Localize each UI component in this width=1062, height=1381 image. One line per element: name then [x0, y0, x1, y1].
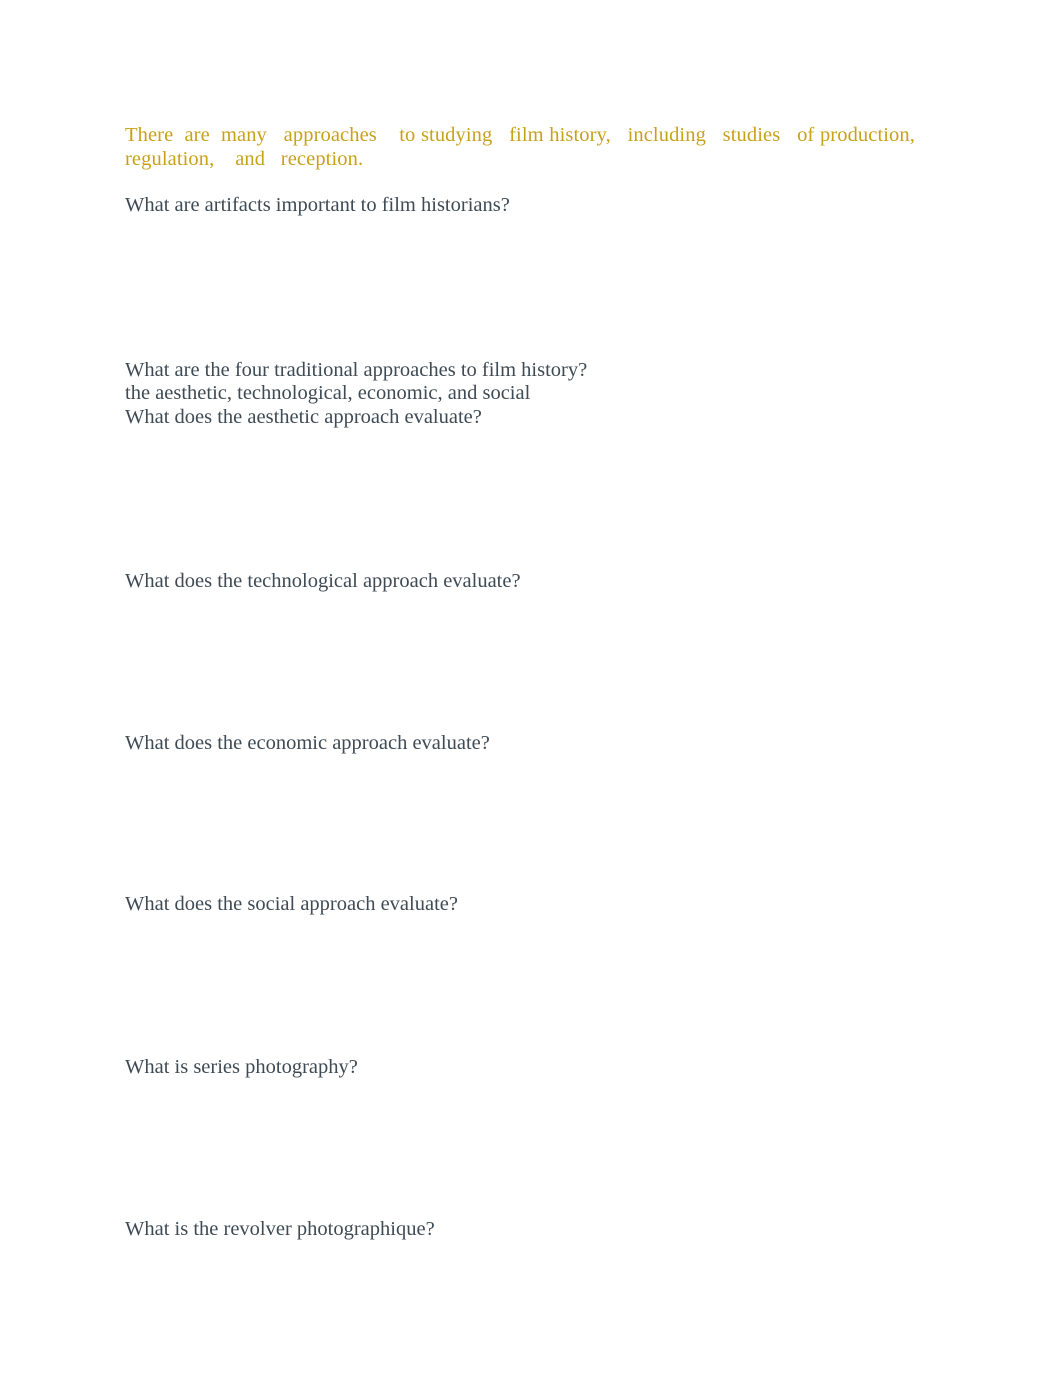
qa-block-4: What does the technological approach eva… — [125, 570, 915, 732]
answer-space-1[interactable] — [125, 218, 915, 359]
qa-block-6: What does the social approach evaluate? — [125, 893, 915, 1056]
question-text-3: What does the aesthetic approach evaluat… — [125, 405, 482, 428]
answer-space-6[interactable] — [125, 917, 915, 1056]
qa-block-2: What are the four traditional approaches… — [125, 359, 915, 571]
answer-space-4[interactable] — [125, 594, 915, 732]
qa-block-1: What are artifacts important to film his… — [125, 194, 915, 359]
answer-space-7[interactable] — [125, 1079, 915, 1218]
answer-space-5[interactable] — [125, 755, 915, 893]
answer-space-8[interactable] — [125, 1242, 915, 1381]
qa-block-5: What does the economic approach evaluate… — [125, 732, 915, 894]
question-text-5: What does the economic approach evaluate… — [125, 731, 490, 754]
question-text-2: What are the four traditional approaches… — [125, 358, 588, 381]
answer-space-3[interactable] — [125, 429, 915, 570]
qa-block-8: What is the revolver photographique? — [125, 1218, 915, 1381]
document-page: There are many approaches to studying fi… — [0, 0, 1062, 1377]
question-text-4: What does the technological approach eva… — [125, 570, 521, 592]
qa-block-7: What is series photography? — [125, 1056, 915, 1219]
question-text-6: What does the social approach evaluate? — [125, 893, 458, 915]
document-body: There are many approaches to studying fi… — [125, 124, 915, 1381]
question-text-8: What is the revolver photographique? — [125, 1218, 435, 1240]
answer-text-2: the aesthetic, technological, economic, … — [125, 382, 531, 404]
question-text-7: What is series photography? — [125, 1055, 358, 1078]
question-text-1: What are artifacts important to film his… — [125, 194, 510, 216]
intro-paragraph: There are many approaches to studying fi… — [125, 124, 926, 170]
